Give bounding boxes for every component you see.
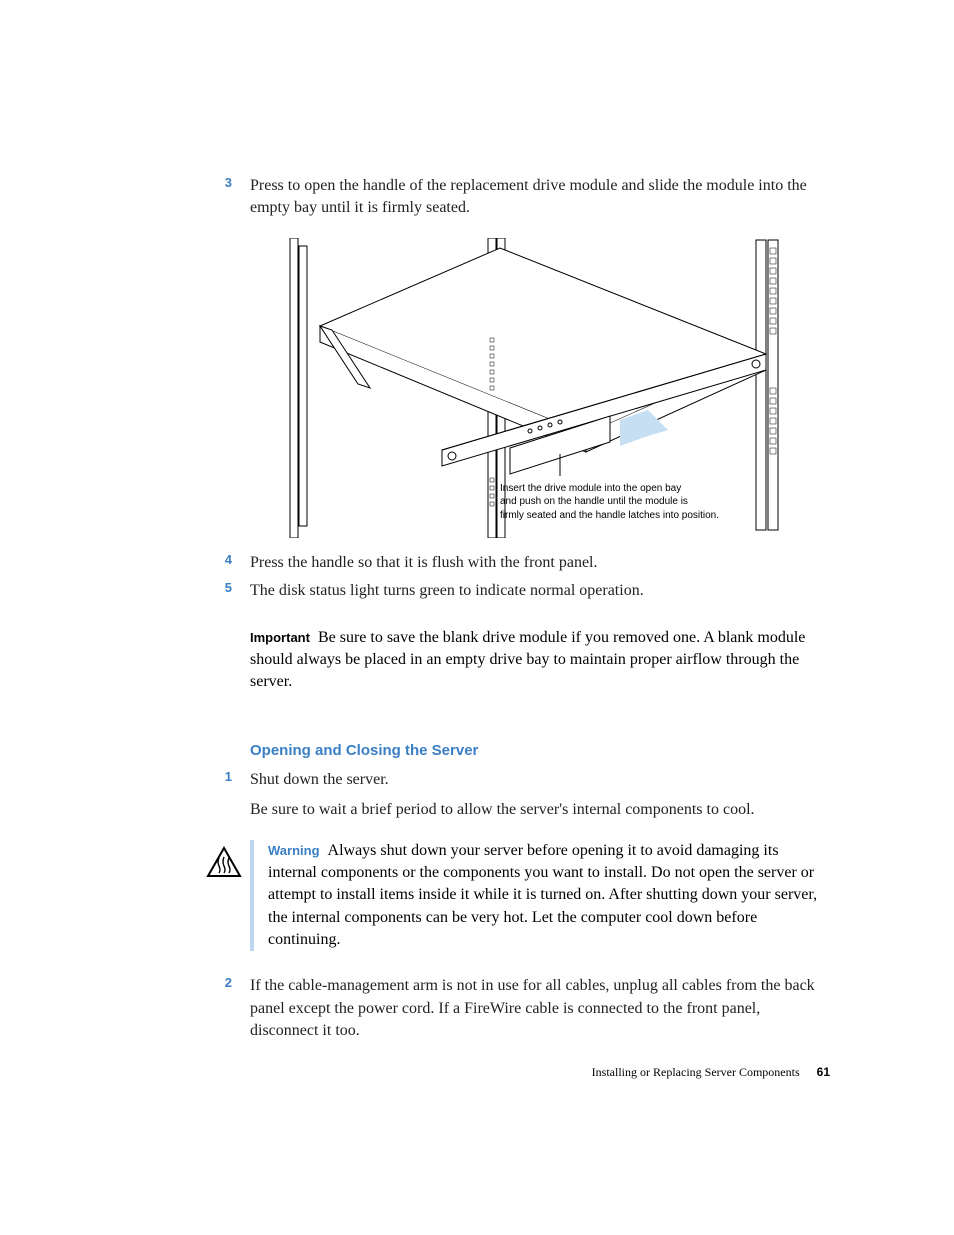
footer-text: Installing or Replacing Server Component…: [592, 1065, 800, 1079]
caption-line: and push on the handle until the module …: [500, 495, 750, 509]
step-b1: 1 Shut down the server. Be sure to wait …: [250, 769, 830, 822]
important-note: Important Be sure to save the blank driv…: [250, 627, 830, 694]
page-number: 61: [817, 1065, 830, 1079]
step-text-line: Shut down the server.: [250, 769, 830, 791]
step-number: 1: [196, 769, 250, 784]
warning-label: Warning: [268, 843, 320, 858]
step-4: 4 Press the handle so that it is flush w…: [250, 552, 830, 574]
warning-content: Warning Always shut down your server bef…: [250, 840, 830, 952]
caption-line: firmly seated and the handle latches int…: [500, 509, 750, 523]
figure: Insert the drive module into the open ba…: [250, 238, 830, 538]
step-number: 5: [196, 580, 250, 595]
step-b2: 2 If the cable-management arm is not in …: [250, 975, 830, 1042]
step-number: 4: [196, 552, 250, 567]
step-number: 3: [196, 175, 250, 190]
step-3: 3 Press to open the handle of the replac…: [250, 175, 830, 220]
step-5: 5 The disk status light turns green to i…: [250, 580, 830, 602]
warning-block: Warning Always shut down your server bef…: [250, 840, 830, 952]
page-footer: Installing or Replacing Server Component…: [0, 1065, 830, 1080]
important-text: Be sure to save the blank drive module i…: [250, 629, 805, 691]
step-sub-text: Be sure to wait a brief period to allow …: [250, 799, 830, 821]
step-text: Press the handle so that it is flush wit…: [250, 552, 830, 574]
step-text: If the cable-management arm is not in us…: [250, 975, 830, 1042]
caption-line: Insert the drive module into the open ba…: [500, 482, 750, 496]
hot-surface-icon: [206, 840, 250, 883]
page-content: 3 Press to open the handle of the replac…: [250, 175, 830, 1049]
step-number: 2: [196, 975, 250, 990]
section-heading: Opening and Closing the Server: [250, 742, 830, 759]
figure-caption: Insert the drive module into the open ba…: [500, 482, 750, 523]
step-text: Press to open the handle of the replacem…: [250, 175, 830, 220]
important-label: Important: [250, 630, 310, 645]
step-text: Shut down the server. Be sure to wait a …: [250, 769, 830, 822]
step-text: The disk status light turns green to ind…: [250, 580, 830, 602]
warning-text: Always shut down your server before open…: [268, 842, 817, 949]
